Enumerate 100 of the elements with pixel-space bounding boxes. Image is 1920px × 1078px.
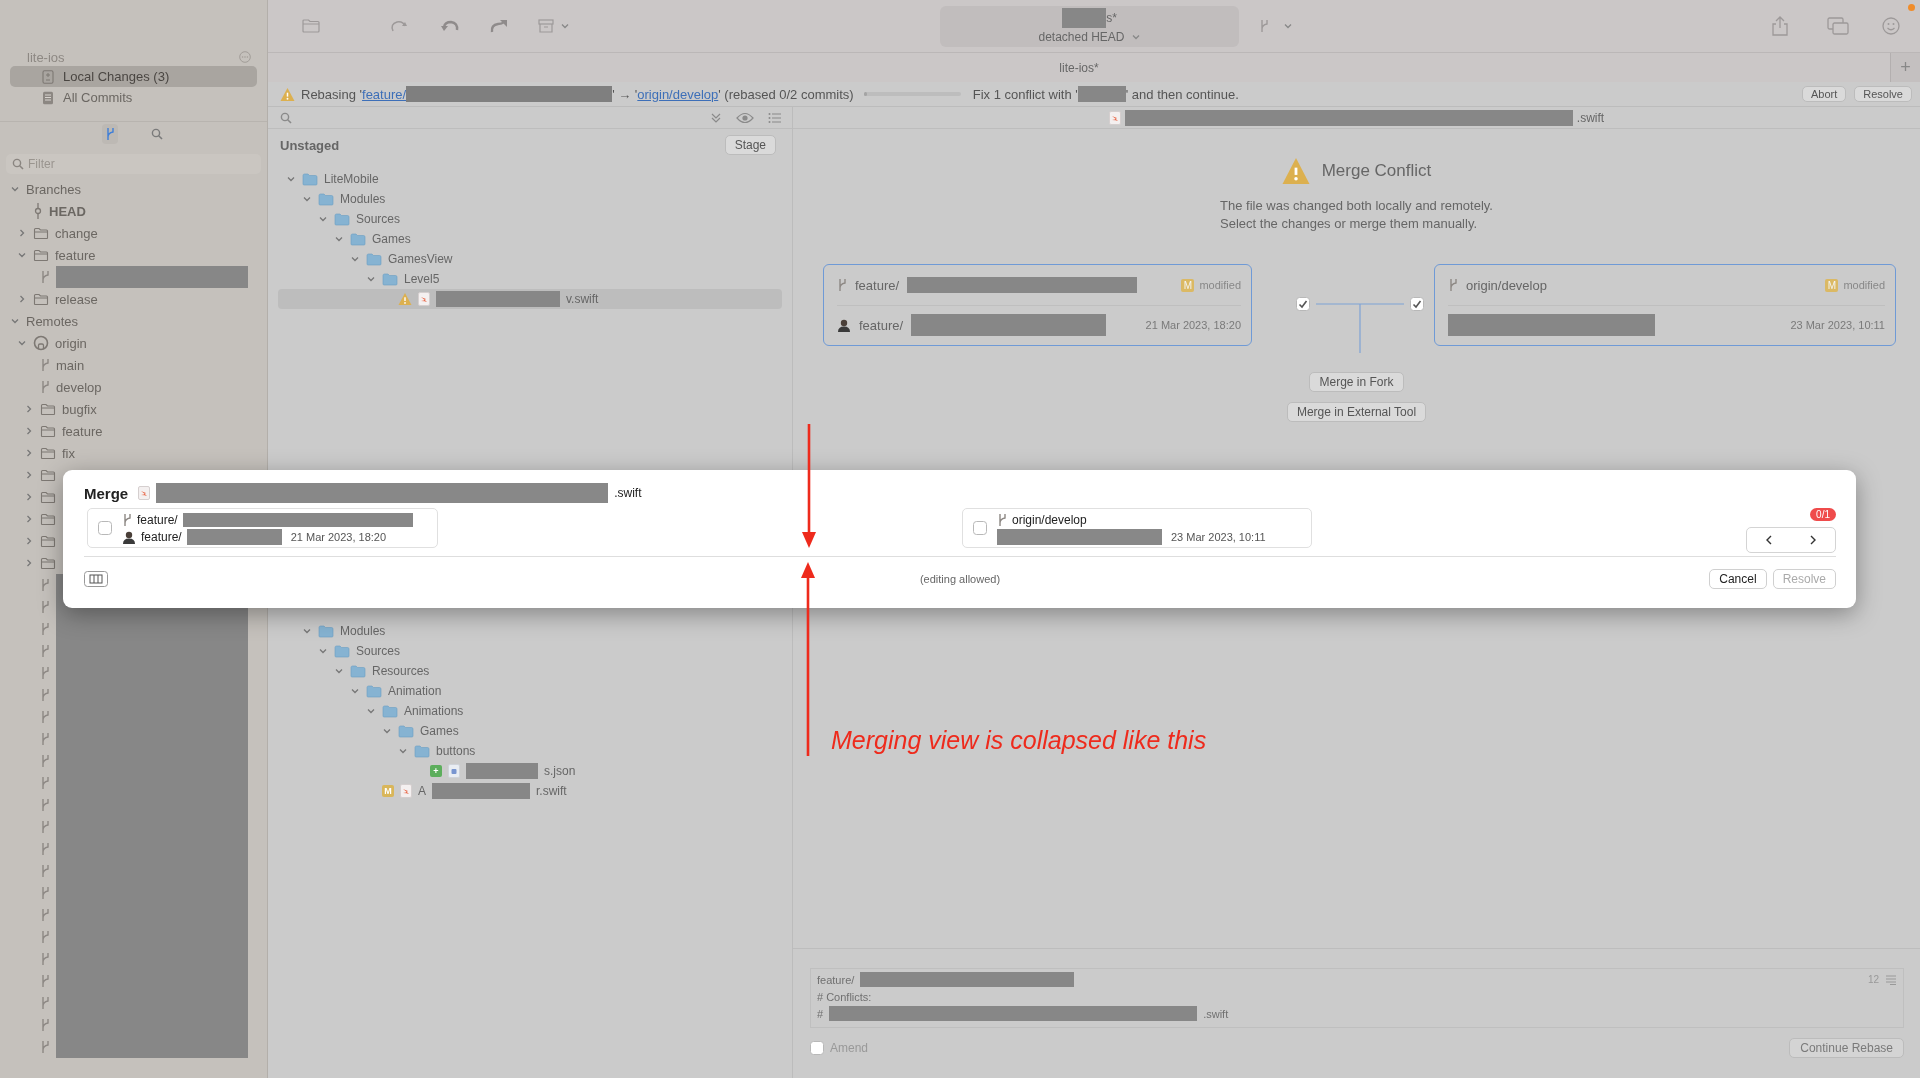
branch-selector[interactable]: s* detached HEAD xyxy=(940,5,1239,47)
chevron-right-icon[interactable] xyxy=(24,448,34,458)
chevron-down-icon[interactable] xyxy=(366,274,376,284)
chevron-down-icon[interactable] xyxy=(334,234,344,244)
remote-name[interactable]: origin xyxy=(55,335,87,351)
folder-name[interactable]: Animations xyxy=(404,704,464,718)
chevron-right-icon[interactable] xyxy=(24,404,34,414)
file-name[interactable]: v.swift xyxy=(566,292,599,306)
windows-icon[interactable] xyxy=(1827,17,1849,35)
file-row[interactable]: M A r.swift xyxy=(278,781,782,801)
columns-icon[interactable] xyxy=(84,571,108,587)
folder-name[interactable]: change xyxy=(55,225,98,241)
checkbox[interactable] xyxy=(973,521,987,535)
collapse-icon[interactable] xyxy=(710,111,722,124)
folder-name[interactable]: buttons xyxy=(436,744,476,758)
more-icon[interactable] xyxy=(239,51,251,63)
branch-icon xyxy=(40,358,50,372)
chevron-down-icon[interactable] xyxy=(17,338,27,348)
chevron-right-icon[interactable] xyxy=(17,294,27,304)
stage-button[interactable]: Stage xyxy=(724,135,776,155)
smiley-icon[interactable] xyxy=(1882,17,1900,35)
checkbox[interactable] xyxy=(1410,297,1424,311)
chevron-right-icon[interactable] xyxy=(24,514,34,524)
chevron-down-icon[interactable] xyxy=(318,646,328,656)
chevron-down-icon[interactable] xyxy=(318,214,328,224)
folder-name[interactable]: GamesView xyxy=(388,252,453,266)
archive-icon[interactable] xyxy=(538,19,554,33)
branch-name[interactable]: HEAD xyxy=(49,203,86,219)
folder-name[interactable]: release xyxy=(55,291,98,307)
branch-name[interactable]: develop xyxy=(56,379,102,395)
rebase-button[interactable]: Resolve xyxy=(1854,86,1912,102)
fetch-icon[interactable] xyxy=(389,18,409,34)
folder-name[interactable]: Games xyxy=(420,724,459,738)
search-icon[interactable] xyxy=(12,158,24,170)
checkbox[interactable] xyxy=(1296,297,1310,311)
branch-link[interactable]: feature/ xyxy=(362,86,407,102)
folder-icon[interactable] xyxy=(302,19,320,33)
section-header[interactable]: Branches xyxy=(26,181,81,197)
rebase-button[interactable]: Abort xyxy=(1801,86,1847,102)
search-icon[interactable] xyxy=(280,111,292,124)
chevron-down-icon[interactable] xyxy=(10,184,20,194)
repository-name: s* xyxy=(1106,11,1117,25)
branch-icon[interactable] xyxy=(104,127,115,141)
file-name[interactable]: s.json xyxy=(544,764,576,778)
folder-name[interactable]: Games xyxy=(372,232,411,246)
sidebar-item[interactable]: All Commits xyxy=(10,87,257,108)
folder-name[interactable]: feature xyxy=(62,423,103,439)
checkbox[interactable] xyxy=(810,1041,824,1055)
search-icon[interactable] xyxy=(150,128,163,140)
menu-icon[interactable] xyxy=(1885,974,1897,985)
chevron-down-icon[interactable] xyxy=(302,626,312,636)
file-name[interactable]: A xyxy=(418,784,426,798)
folder-name[interactable]: Modules xyxy=(340,624,386,638)
chevron-down-icon[interactable] xyxy=(302,194,312,204)
chevron-right-icon[interactable] xyxy=(24,536,34,546)
chevron-right-icon[interactable] xyxy=(24,558,34,568)
chevron-right-icon[interactable] xyxy=(24,470,34,480)
chevron-down-icon[interactable] xyxy=(1130,32,1141,42)
folder-name[interactable]: bugfix xyxy=(62,401,97,417)
branch-name: origin/develop xyxy=(1012,512,1087,527)
chevron-right-icon[interactable] xyxy=(17,228,27,238)
section-header[interactable]: Remotes xyxy=(26,313,79,329)
list-icon[interactable] xyxy=(768,111,782,124)
push-icon[interactable] xyxy=(489,18,509,34)
folder-name[interactable]: LiteMobile xyxy=(324,172,379,186)
checkbox[interactable] xyxy=(98,521,112,535)
chevron-down-icon[interactable] xyxy=(286,174,296,184)
folder-name[interactable]: Level5 xyxy=(404,272,440,286)
chevron-down-icon[interactable] xyxy=(366,706,376,716)
file-name[interactable]: r.swift xyxy=(536,784,567,798)
merge-button[interactable]: Merge in External Tool xyxy=(1286,402,1427,422)
chevron-down-icon[interactable] xyxy=(17,250,27,260)
merge-button[interactable]: Merge in Fork xyxy=(1309,372,1404,392)
chevron-right-icon[interactable] xyxy=(24,426,34,436)
share-icon[interactable] xyxy=(1771,16,1789,36)
repository-name[interactable]: lite-ios xyxy=(27,49,65,65)
chevron-down-icon[interactable] xyxy=(1283,21,1293,31)
chevron-right-icon[interactable] xyxy=(24,492,34,502)
chevron-down-icon[interactable] xyxy=(350,254,360,264)
sidebar-item[interactable]: Local Changes (3) xyxy=(10,66,257,87)
folder-name[interactable]: Sources xyxy=(356,644,401,658)
folder-name[interactable]: Animation xyxy=(388,684,442,698)
folder-name[interactable]: Resources xyxy=(372,664,430,678)
folder-name[interactable]: fix xyxy=(62,445,75,461)
dialog-button[interactable]: Cancel xyxy=(1709,569,1767,589)
folder-name[interactable]: Modules xyxy=(340,192,386,206)
chevron-down-icon[interactable] xyxy=(10,316,20,326)
folder-name[interactable]: Sources xyxy=(356,212,401,226)
file-row[interactable]: v.swift xyxy=(278,289,782,309)
add-tab-button[interactable]: + xyxy=(1890,53,1920,82)
chevron-down-icon[interactable] xyxy=(398,746,408,756)
chevron-down-icon[interactable] xyxy=(382,726,392,736)
folder-name[interactable]: feature xyxy=(55,247,96,263)
file-row[interactable]: + s.json xyxy=(278,761,782,781)
folder-icon xyxy=(40,534,56,548)
chevron-down-icon[interactable] xyxy=(350,686,360,696)
chevron-down-icon[interactable] xyxy=(560,21,570,31)
eye-icon[interactable] xyxy=(736,111,754,124)
branch-name[interactable]: main xyxy=(56,357,85,373)
chevron-down-icon[interactable] xyxy=(334,666,344,676)
